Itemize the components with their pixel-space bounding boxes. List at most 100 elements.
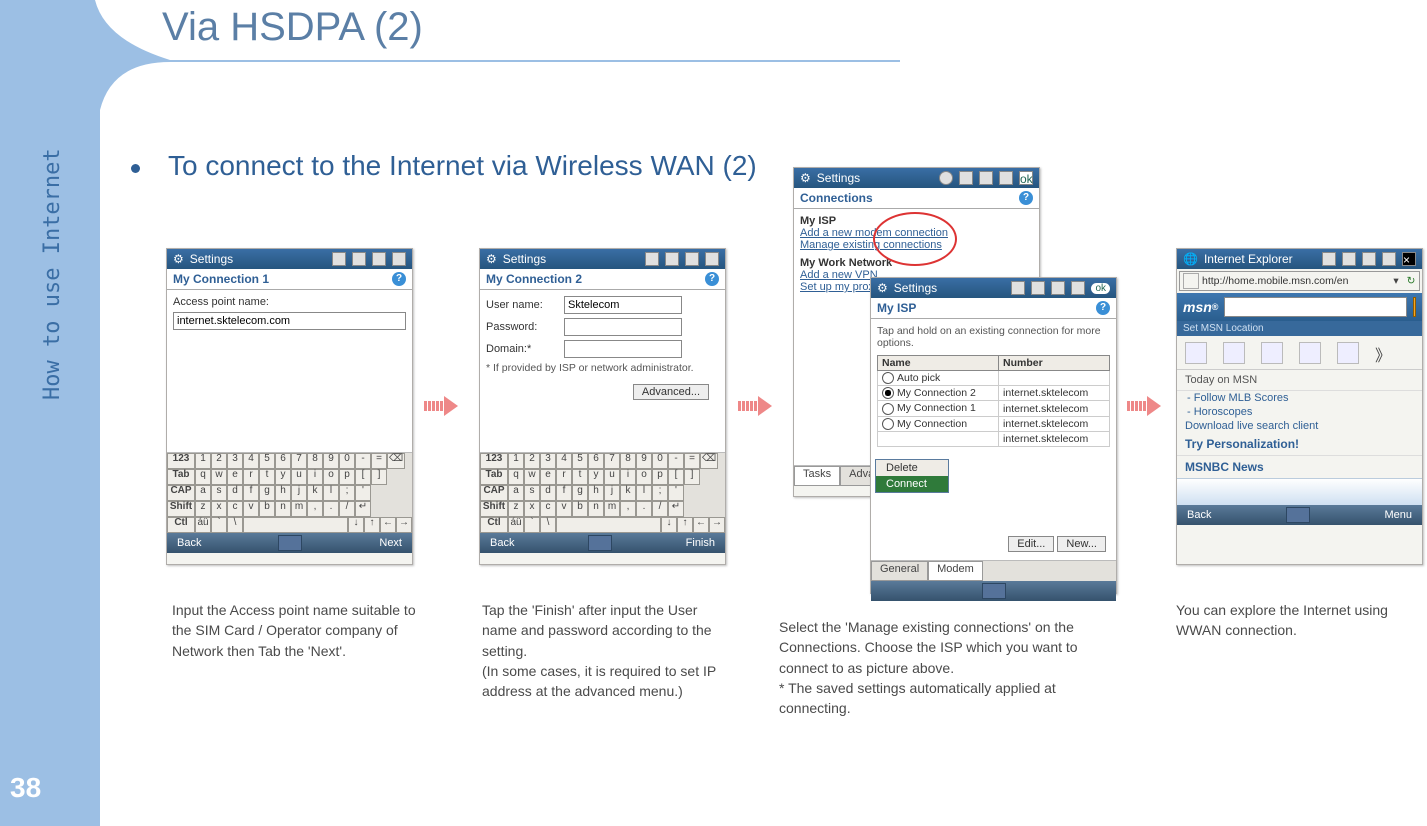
portal-link[interactable]: - Horoscopes xyxy=(1177,405,1422,419)
caption-step3: Select the 'Manage existing connections'… xyxy=(779,617,1089,718)
softkey-bar: Back Next xyxy=(167,533,412,553)
domain-input[interactable] xyxy=(564,340,682,358)
portal-link[interactable]: MSNBC News xyxy=(1177,456,1422,478)
help-icon[interactable]: ? xyxy=(1019,191,1033,205)
tab-tasks[interactable]: Tasks xyxy=(794,466,840,486)
section-label: How to use Internet xyxy=(40,148,65,400)
softkey-finish[interactable]: Finish xyxy=(686,537,715,549)
window-title: Settings xyxy=(817,171,860,185)
portal-icons: 》 xyxy=(1177,336,1422,370)
portal-icon[interactable] xyxy=(1337,342,1359,364)
on-screen-keyboard[interactable]: 1231234567890-=⌫ Tabqwertyuiop[] CAPasdf… xyxy=(167,452,412,533)
softkey-back[interactable]: Back xyxy=(1187,509,1211,521)
password-label: Password: xyxy=(486,321,564,333)
tap-hold-note: Tap and hold on an existing connection f… xyxy=(877,325,1110,349)
sip-icon[interactable] xyxy=(588,535,612,551)
status-icons xyxy=(1011,281,1085,295)
screenshot-step1: ⚙ Settings My Connection 1? Access point… xyxy=(166,248,413,565)
tab-modem[interactable]: Modem xyxy=(928,561,983,581)
table-row[interactable]: My Connection 2internet.sktelecom xyxy=(878,386,1110,401)
ie-icon: 🌐 xyxy=(1183,252,1198,266)
window-title: Internet Explorer xyxy=(1204,252,1293,266)
page-subtitle: My ISP? xyxy=(871,298,1116,319)
search-button[interactable] xyxy=(1413,297,1416,317)
window-titlebar: ⚙ Settings ok xyxy=(871,278,1116,298)
settings-icon: ⚙ xyxy=(877,281,888,295)
domain-label: Domain:* xyxy=(486,343,564,355)
portal-icon[interactable] xyxy=(1223,342,1245,364)
content-placeholder xyxy=(1177,478,1422,505)
username-input[interactable] xyxy=(564,296,682,314)
address-bar[interactable]: http://home.mobile.msn.com/en ▾ ↻ xyxy=(1179,271,1420,291)
edit-button[interactable]: Edit... xyxy=(1008,536,1054,552)
settings-icon: ⚙ xyxy=(800,171,811,185)
table-row[interactable]: internet.sktelecom xyxy=(878,431,1110,446)
settings-icon: ⚙ xyxy=(486,252,497,266)
portal-link[interactable]: Try Personalization! xyxy=(1177,433,1422,456)
softkey-back[interactable]: Back xyxy=(177,537,201,549)
help-icon[interactable]: ? xyxy=(705,272,719,286)
arrow-icon xyxy=(738,394,772,418)
window-title: Settings xyxy=(894,281,937,295)
portal-icon[interactable] xyxy=(1261,342,1283,364)
bullet-icon xyxy=(131,164,140,173)
window-title: Settings xyxy=(503,252,546,266)
settings-icon: ⚙ xyxy=(173,252,184,266)
screenshot-step2: ⚙ Settings My Connection 2? User name: P… xyxy=(479,248,726,565)
main-bullet: To connect to the Internet via Wireless … xyxy=(131,150,757,182)
username-label: User name: xyxy=(486,299,564,311)
window-titlebar: ⚙ Settings xyxy=(167,249,412,269)
new-button[interactable]: New... xyxy=(1057,536,1106,552)
screenshot-step3-front: ⚙ Settings ok My ISP? Tap and hold on an… xyxy=(870,277,1117,594)
help-icon[interactable]: ? xyxy=(392,272,406,286)
portal-icon[interactable] xyxy=(1299,342,1321,364)
window-title: Settings xyxy=(190,252,233,266)
highlight-circle xyxy=(873,212,957,266)
password-input[interactable] xyxy=(564,318,682,336)
on-screen-keyboard[interactable]: 1231234567890-=⌫ Tabqwertyuiop[] CAPasdf… xyxy=(480,452,725,533)
screenshot-step4: 🌐 Internet Explorer × http://home.mobile… xyxy=(1176,248,1423,565)
context-delete[interactable]: Delete xyxy=(876,460,948,476)
apn-input[interactable] xyxy=(173,312,406,330)
context-connect[interactable]: Connect xyxy=(876,476,948,492)
connections-table: NameNumber Auto pick My Connection 2inte… xyxy=(877,355,1110,447)
context-menu: Delete Connect xyxy=(875,459,949,493)
msn-search-input[interactable] xyxy=(1224,297,1407,317)
section-heading: Today on MSN xyxy=(1177,370,1422,391)
advanced-button[interactable]: Advanced... xyxy=(633,384,709,400)
portal-icon[interactable] xyxy=(1185,342,1207,364)
status-icons: ok xyxy=(939,171,1033,185)
tab-general[interactable]: General xyxy=(871,561,928,581)
go-icon[interactable]: ↻ xyxy=(1403,275,1419,287)
dropdown-icon[interactable]: ▾ xyxy=(1389,275,1403,287)
caption-step4: You can explore the Internet using WWAN … xyxy=(1176,600,1426,641)
status-icons xyxy=(332,252,406,266)
sip-icon[interactable] xyxy=(1286,507,1310,523)
softkey-bar: Back Menu xyxy=(1177,505,1422,525)
table-row[interactable]: My Connectioninternet.sktelecom xyxy=(878,416,1110,431)
ok-button[interactable]: ok xyxy=(1091,283,1110,294)
window-titlebar: 🌐 Internet Explorer × xyxy=(1177,249,1422,269)
bullet-text: To connect to the Internet via Wireless … xyxy=(168,150,757,182)
arrow-icon xyxy=(424,394,458,418)
softkey-next[interactable]: Next xyxy=(379,537,402,549)
sip-icon[interactable] xyxy=(982,583,1006,599)
domain-note: * If provided by ISP or network administ… xyxy=(486,362,719,374)
page-subtitle: My Connection 1? xyxy=(167,269,412,290)
more-icon[interactable]: 》 xyxy=(1375,342,1391,366)
apn-label: Access point name: xyxy=(173,296,406,308)
softkey-back[interactable]: Back xyxy=(490,537,514,549)
window-titlebar: ⚙ Settings ok xyxy=(794,168,1039,188)
set-location-bar[interactable]: Set MSN Location xyxy=(1177,321,1422,336)
page-subtitle: Connections? xyxy=(794,188,1039,209)
sip-icon[interactable] xyxy=(278,535,302,551)
table-row[interactable]: My Connection 1internet.sktelecom xyxy=(878,401,1110,416)
portal-link[interactable]: - Follow MLB Scores xyxy=(1177,391,1422,405)
table-row[interactable]: Auto pick xyxy=(878,371,1110,386)
help-icon[interactable]: ? xyxy=(1096,301,1110,315)
caption-step1: Input the Access point name suitable to … xyxy=(172,600,422,661)
portal-link[interactable]: Download live search client xyxy=(1177,419,1422,433)
softkey-menu[interactable]: Menu xyxy=(1384,509,1412,521)
status-icons xyxy=(645,252,719,266)
page-number: 38 xyxy=(10,772,41,804)
